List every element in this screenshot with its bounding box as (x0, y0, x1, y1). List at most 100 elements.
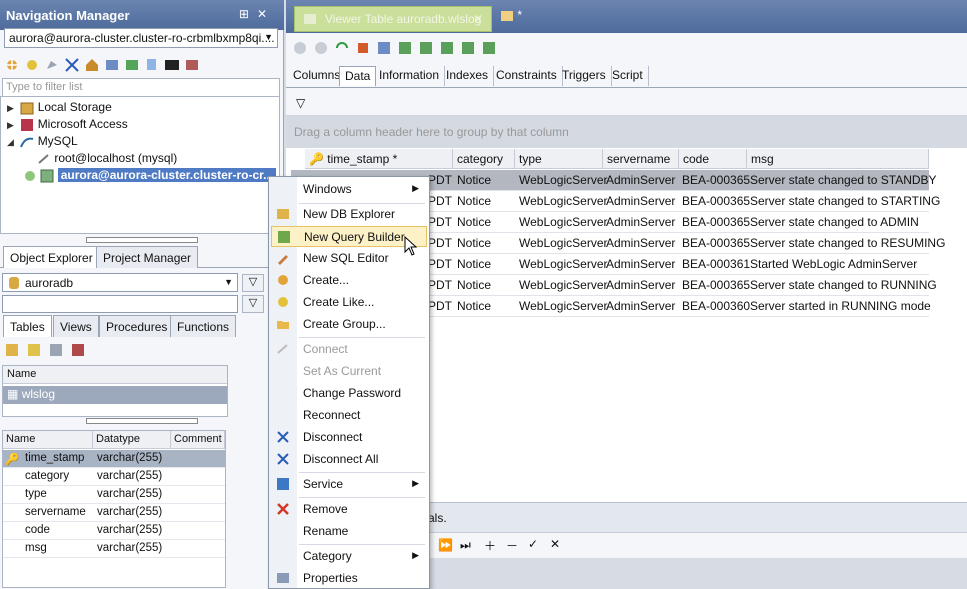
expand-icon[interactable]: ▶ (7, 100, 17, 117)
menu-item-disconnect[interactable]: Disconnect (271, 427, 427, 448)
list-item[interactable]: ▦ wlslog (3, 386, 227, 404)
menu-item-create-like[interactable]: Create Like... (271, 292, 427, 313)
tab-functions[interactable]: Functions (170, 315, 237, 337)
menu-item-connect[interactable]: Connect (271, 339, 427, 360)
cell: AdminServer (606, 194, 676, 208)
tab-object-explorer[interactable]: Object Explorer (3, 246, 100, 268)
tab-columns[interactable]: Columns (288, 66, 347, 86)
menu-item-create[interactable]: Create... (271, 270, 427, 291)
tree-item-local-storage[interactable]: ▶ Local Storage (7, 99, 112, 116)
drop-table-icon[interactable] (70, 342, 86, 358)
cell: BEA-000365 (682, 173, 751, 187)
filter-icon[interactable]: ▽ (296, 96, 305, 110)
tab-views[interactable]: Views (53, 315, 99, 337)
tree-item-aurora[interactable]: aurora@aurora-cluster.cluster-ro-cr... (23, 167, 277, 184)
menu-item-reconnect[interactable]: Reconnect (271, 405, 427, 426)
disconnect-icon[interactable] (64, 57, 80, 73)
splitter-handle[interactable] (86, 237, 198, 243)
close-icon[interactable]: ✕ (473, 12, 483, 26)
group-panel[interactable]: Drag a column header here to group by th… (286, 116, 967, 148)
edit-table-icon[interactable] (48, 342, 64, 358)
cancel-record-icon[interactable]: ✕ (550, 537, 560, 551)
forward-icon[interactable] (313, 40, 329, 56)
back-icon[interactable] (292, 40, 308, 56)
home-icon[interactable] (84, 57, 100, 73)
compare-icon[interactable] (460, 40, 476, 56)
expand-icon[interactable]: ▶ (7, 117, 17, 134)
object-filter-input[interactable] (2, 295, 238, 313)
copy-icon[interactable] (144, 57, 160, 73)
refresh-icon[interactable] (104, 57, 120, 73)
database-select[interactable]: auroradb ▼ (2, 273, 238, 292)
add-record-icon[interactable]: ＋ (484, 537, 496, 554)
menu-item-properties[interactable]: Properties (271, 568, 427, 589)
menu-item-create-group[interactable]: Create Group... (271, 314, 427, 335)
tab-indexes[interactable]: Indexes (441, 66, 495, 86)
menu-item-rename[interactable]: Rename (271, 521, 427, 542)
filter-icon[interactable]: ▽ (242, 274, 264, 292)
delete-record-icon[interactable]: － (506, 537, 518, 554)
cell: WebLogicServer (519, 278, 608, 292)
last-record-icon[interactable]: ⏭ (460, 538, 471, 553)
table-row[interactable]: type varchar(255) (3, 486, 225, 504)
tab-triggers[interactable]: Triggers (557, 66, 612, 86)
table-row[interactable]: category varchar(255) (3, 468, 225, 486)
tree-item-root-localhost[interactable]: root@localhost (mysql) (37, 150, 177, 167)
tab-data[interactable]: Data (339, 66, 377, 86)
menu-item-change-password[interactable]: Change Password (271, 383, 427, 404)
menu-item-set-as-current[interactable]: Set As Current (271, 361, 427, 382)
table-row[interactable]: code varchar(255) (3, 522, 225, 540)
cell: BEA-000365 (682, 194, 751, 208)
refresh-icon[interactable] (334, 40, 350, 56)
tab-constraints[interactable]: Constraints (491, 66, 563, 86)
splitter-handle[interactable] (86, 418, 198, 424)
post-record-icon[interactable]: ✓ (528, 537, 538, 551)
copy-icon[interactable] (439, 40, 455, 56)
cell-name: servername (25, 506, 86, 518)
table-row[interactable]: 🔑 time_stamp varchar(255) (3, 450, 225, 468)
save-icon[interactable] (376, 40, 392, 56)
column-header-time-stamp[interactable]: 🔑 time_stamp * (305, 149, 453, 169)
pin-icon[interactable]: ⊞ (239, 7, 257, 21)
tab-project-manager[interactable]: Project Manager (96, 246, 199, 268)
doc-tab-new[interactable]: * (500, 8, 522, 23)
connect-icon[interactable] (44, 57, 60, 73)
import-icon[interactable] (418, 40, 434, 56)
stop-icon[interactable] (355, 40, 371, 56)
tab-script[interactable]: Script (607, 66, 649, 86)
tab-procedures[interactable]: Procedures (99, 315, 175, 337)
column-header-servername[interactable]: servername (603, 149, 679, 169)
column-header-msg[interactable]: msg (747, 149, 929, 169)
tab-tables[interactable]: Tables (3, 315, 52, 337)
collapse-icon[interactable]: ◢ (7, 134, 17, 151)
settings-icon[interactable] (184, 57, 200, 73)
column-header-category[interactable]: category (453, 149, 515, 169)
sync-icon[interactable] (124, 57, 140, 73)
tree-item-microsoft-access[interactable]: ▶ Microsoft Access (7, 116, 128, 133)
column-header-type[interactable]: type (515, 149, 603, 169)
menu-item-remove[interactable]: Remove (271, 499, 427, 520)
terminal-icon[interactable] (164, 57, 180, 73)
table-row[interactable]: msg varchar(255) (3, 540, 225, 558)
tab-information[interactable]: Information (374, 66, 446, 86)
menu-item-category[interactable]: Category ▶ (271, 546, 427, 567)
connection-select[interactable]: aurora@aurora-cluster.cluster-ro-crbmlbx… (4, 28, 278, 48)
filter-input[interactable]: Type to filter list (2, 78, 280, 97)
menu-item-new-db-explorer[interactable]: New DB Explorer (271, 204, 427, 225)
add-group-icon[interactable] (24, 57, 40, 73)
column-header-code[interactable]: code (679, 149, 747, 169)
new-table-icon[interactable] (4, 342, 20, 358)
filter-icon[interactable]: ▽ (242, 295, 264, 313)
menu-item-windows[interactable]: Windows ▶ (271, 179, 427, 200)
close-icon[interactable]: ✕ (257, 7, 275, 21)
next-page-icon[interactable]: ⏩ (438, 538, 453, 552)
new-table-like-icon[interactable] (26, 342, 42, 358)
menu-item-service[interactable]: Service ▶ (271, 474, 427, 495)
menu-item-disconnect-all[interactable]: Disconnect All (271, 449, 427, 470)
table-row[interactable]: servername varchar(255) (3, 504, 225, 522)
add-connection-icon[interactable] (4, 57, 20, 73)
tree-item-mysql[interactable]: ◢ MySQL (7, 133, 78, 150)
print-icon[interactable] (481, 40, 497, 56)
export-icon[interactable] (397, 40, 413, 56)
doc-tab-viewer-table[interactable]: Viewer Table auroradb.wlslog ✕ (294, 6, 492, 32)
